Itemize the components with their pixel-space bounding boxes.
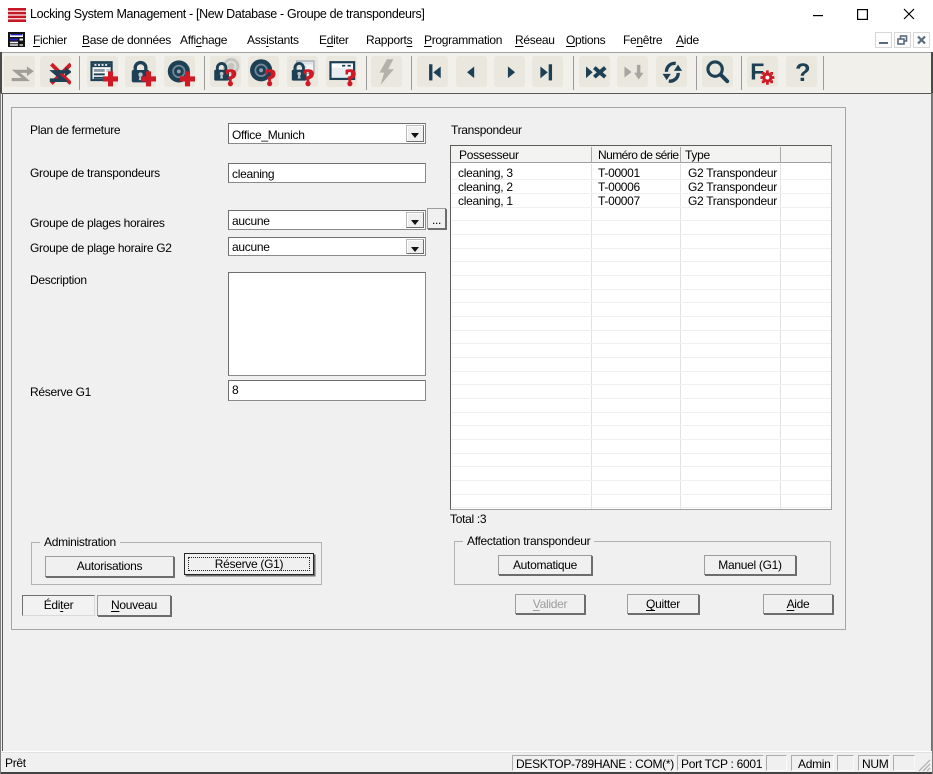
svg-text:?: ?: [264, 64, 276, 87]
svg-text:?: ?: [344, 64, 356, 87]
svg-text:?: ?: [225, 64, 237, 87]
svg-text:?: ?: [795, 59, 811, 87]
svg-text:?: ?: [303, 64, 315, 87]
